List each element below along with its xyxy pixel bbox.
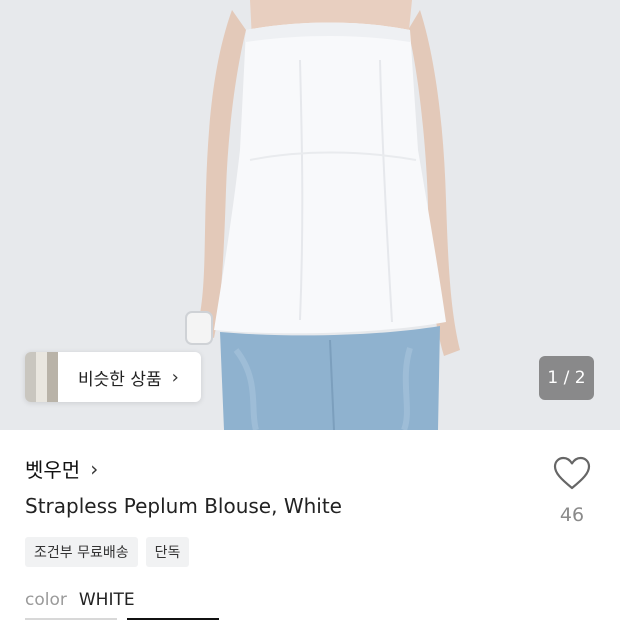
heart-outline-icon: [553, 456, 591, 490]
brand-link[interactable]: 벳우먼 ›: [25, 454, 98, 483]
color-label: color: [25, 590, 67, 610]
product-image-gallery[interactable]: 비슷한 상품 › 1 / 2: [0, 0, 620, 430]
color-option-row: color WHITE: [25, 590, 135, 610]
like-count: 46: [559, 504, 585, 526]
tag-conditional-free-shipping: 조건부 무료배송: [25, 537, 138, 567]
tag-exclusive: 단독: [145, 537, 190, 567]
similar-products-label-wrap: 비슷한 상품 ›: [58, 352, 201, 402]
image-page-counter: 1 / 2: [539, 356, 594, 400]
chevron-right-icon: ›: [171, 366, 179, 388]
product-title: Strapless Peplum Blouse, White: [25, 494, 342, 518]
like-button[interactable]: 46: [548, 456, 596, 526]
chevron-right-icon: ›: [90, 456, 99, 481]
similar-products-label: 비슷한 상품: [78, 369, 162, 390]
similar-products-thumbnail: [25, 352, 58, 402]
product-info: 벳우먼 › Strapless Peplum Blouse, White 조건부…: [0, 430, 620, 620]
similar-products-button[interactable]: 비슷한 상품 ›: [25, 352, 201, 402]
product-tags: 조건부 무료배송 단독: [25, 537, 190, 567]
color-value: WHITE: [78, 590, 135, 610]
brand-name: 벳우먼: [25, 458, 81, 482]
